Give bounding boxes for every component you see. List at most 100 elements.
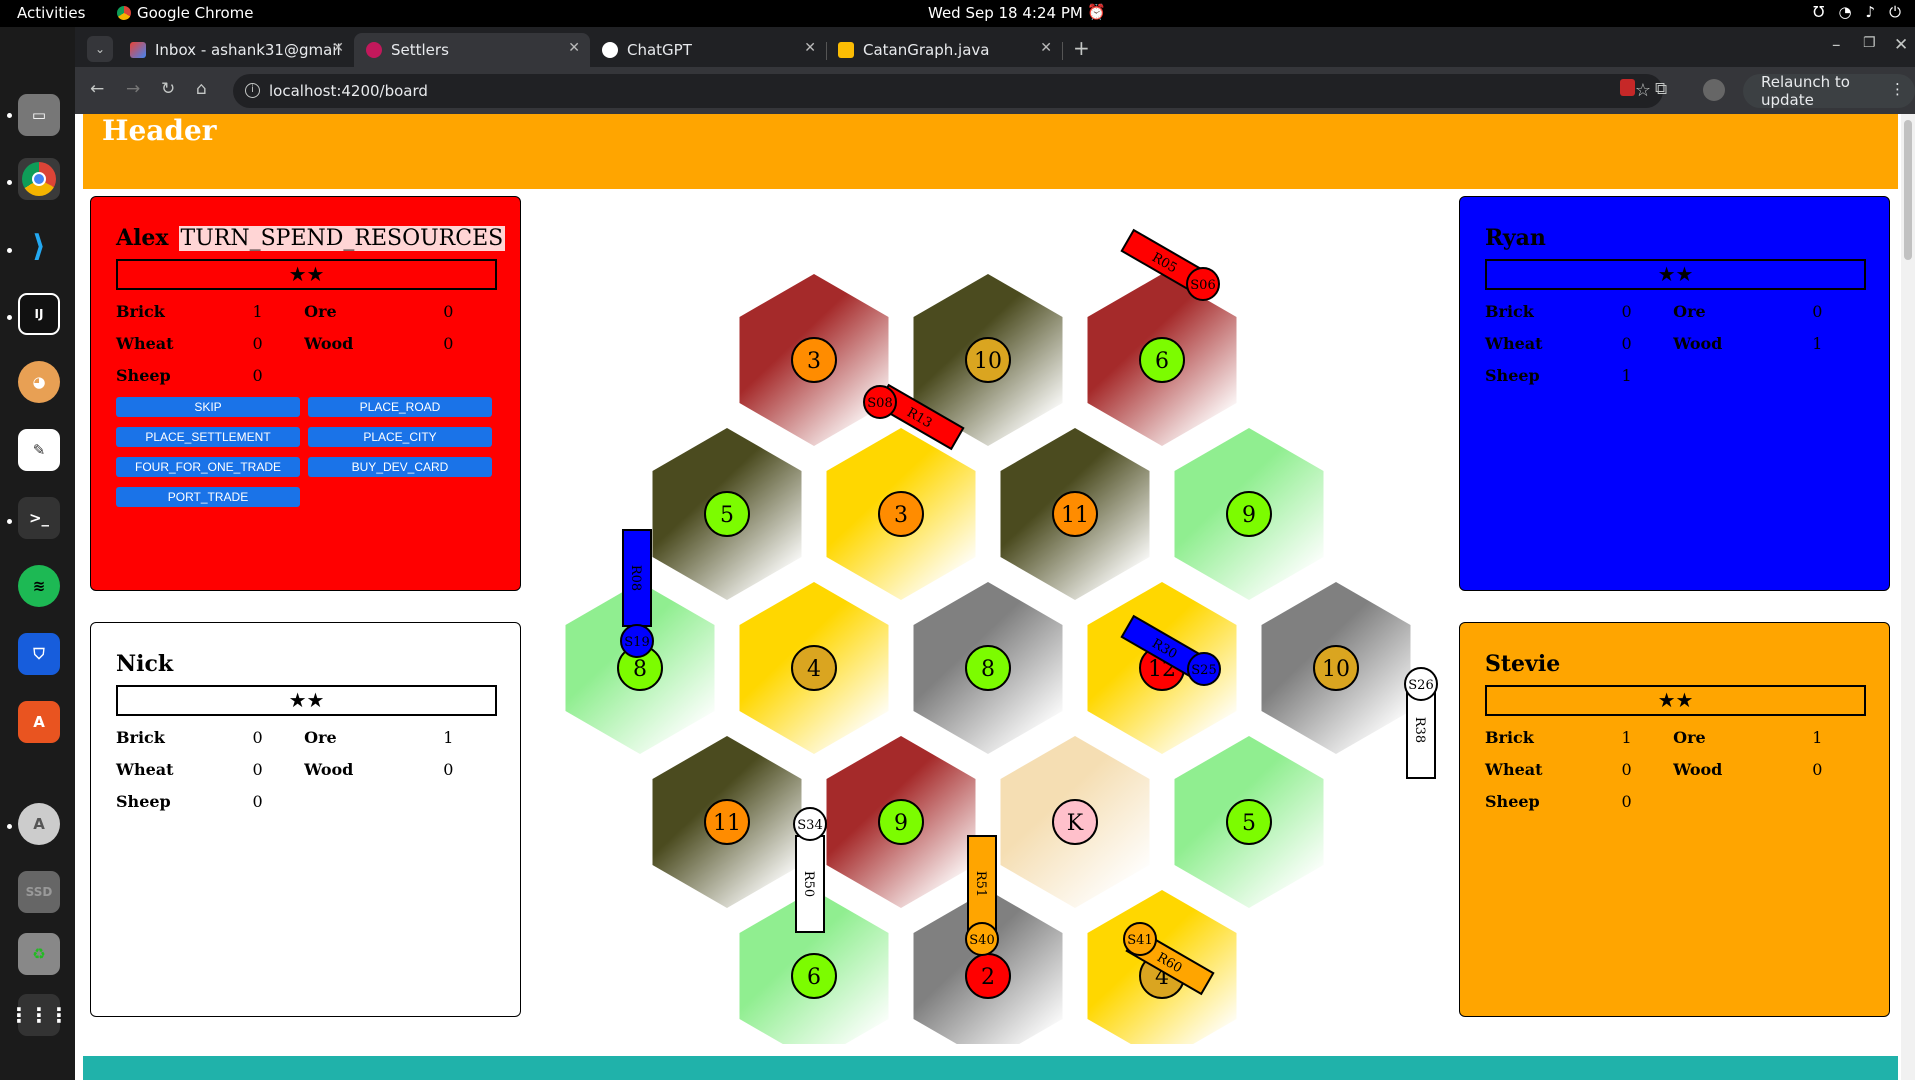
number-token-label: 2	[981, 965, 995, 990]
victory-points: ★★	[116, 259, 497, 290]
hex-tile-brick[interactable]: 9	[826, 736, 976, 908]
resource-label-wheat: Wheat	[1485, 759, 1543, 779]
hex-tile-wheat[interactable]: 4	[739, 582, 889, 754]
settlement-S25[interactable]: S25	[1187, 652, 1221, 686]
skip-button[interactable]: SKIP	[116, 397, 300, 417]
back-icon[interactable]: ←	[90, 79, 104, 99]
player-name: Alex	[116, 225, 169, 251]
player-panel-alex: Alex TURN_SPEND_RESOURCES ★★ Brick 1 Ore…	[90, 196, 521, 591]
settlement-S26[interactable]: S26	[1404, 667, 1438, 701]
tab-chatgpt[interactable]: ChatGPT ✕	[590, 33, 827, 67]
home-icon[interactable]: ⌂	[196, 79, 207, 99]
app-menu[interactable]: Google Chrome	[117, 4, 254, 22]
address-bar[interactable]: i localhost:4200/board ☆	[233, 74, 1663, 108]
relaunch-button[interactable]: Relaunch to update ⋮	[1743, 73, 1915, 109]
settlement-S41[interactable]: S41	[1123, 922, 1157, 956]
hex-tile-brick[interactable]: 3	[739, 274, 889, 446]
four-for-one-trade-button[interactable]: FOUR_FOR_ONE_TRADE	[116, 457, 300, 477]
system-tray[interactable]: Ʊ ◔ ♪ ⏻	[1813, 3, 1901, 21]
minimize-button[interactable]: –	[1832, 35, 1841, 55]
place-settlement-button[interactable]: PLACE_SETTLEMENT	[116, 427, 300, 447]
hex-tile-ore[interactable]: 10	[1261, 582, 1411, 754]
ssd-drive-icon[interactable]: SSD	[18, 871, 60, 913]
hex-tile-desert[interactable]: K	[1000, 736, 1150, 908]
close-tab-icon[interactable]: ✕	[804, 40, 816, 56]
terminal-icon[interactable]: >_	[18, 497, 60, 539]
url-text: localhost:4200/board	[269, 82, 428, 100]
chrome-small-icon	[117, 6, 131, 20]
road-R08[interactable]: R08	[622, 529, 652, 627]
hex-tile-forest[interactable]: 5	[652, 428, 802, 600]
tab-gmail[interactable]: Inbox - ashank31@gmail ✕	[118, 33, 355, 67]
u-tray-icon[interactable]: Ʊ	[1813, 3, 1824, 21]
tab-search-button[interactable]: ⌄	[87, 36, 113, 62]
wifi-icon[interactable]: ◔	[1838, 3, 1851, 21]
port-trade-button[interactable]: PORT_TRADE	[116, 487, 300, 507]
inkscape-icon[interactable]: ✎	[18, 429, 60, 471]
close-tab-icon[interactable]: ✕	[332, 40, 344, 56]
road-R51[interactable]: R51	[967, 835, 997, 933]
page-scrollbar[interactable]	[1901, 114, 1915, 1080]
place-road-button[interactable]: PLACE_ROAD	[308, 397, 492, 417]
app-center-icon[interactable]: A	[18, 701, 60, 743]
software-updater-icon[interactable]: A	[18, 803, 60, 845]
resource-label-ore: Ore	[304, 727, 337, 747]
more-menu-icon[interactable]: ⋮	[1890, 80, 1905, 98]
bookmark-star-icon[interactable]: ☆	[1635, 80, 1651, 101]
close-tab-icon[interactable]: ✕	[1040, 40, 1052, 56]
number-token-label: 8	[633, 657, 647, 682]
hex-tile-sheep[interactable]: 9	[1174, 428, 1324, 600]
settlement-S08[interactable]: S08	[863, 385, 897, 419]
spotify-icon[interactable]: ≋	[18, 565, 60, 607]
trash-icon[interactable]: ♻	[18, 933, 60, 975]
resource-label-sheep: Sheep	[116, 365, 171, 385]
place-city-button[interactable]: PLACE_CITY	[308, 427, 492, 447]
show-apps-icon[interactable]: ⋮⋮⋮	[9, 994, 69, 1036]
buy-dev-card-button[interactable]: BUY_DEV_CARD	[308, 457, 492, 477]
files-icon[interactable]: ▭	[18, 94, 60, 136]
clock[interactable]: Wed Sep 18 4:24 PM	[928, 4, 1083, 22]
player-panel-stevie: Stevie ★★ Brick 1 Ore 1 Wheat 0 Wood 0 S…	[1459, 622, 1890, 1017]
intellij-icon[interactable]: IJ	[18, 293, 60, 335]
tab-catangraph[interactable]: CatanGraph.java ✕	[826, 33, 1063, 67]
volume-icon[interactable]: ♪	[1866, 3, 1876, 21]
reload-icon[interactable]: ↻	[161, 79, 175, 99]
tab-label: ChatGPT	[627, 41, 692, 59]
power-icon[interactable]: ⏻	[1889, 3, 1901, 21]
resource-table: Brick 0 Ore 0 Wheat 0 Wood 1 Sheep 1	[1485, 295, 1864, 391]
close-tab-icon[interactable]: ✕	[568, 40, 580, 56]
ublock-extension-icon[interactable]	[1620, 79, 1635, 96]
hex-tile-forest[interactable]: 11	[652, 736, 802, 908]
settlement-S19[interactable]: S19	[620, 624, 654, 658]
number-token-label: 9	[894, 811, 908, 836]
resource-label-sheep: Sheep	[1485, 791, 1540, 811]
settlement-label: S08	[867, 396, 892, 411]
number-token-label: 10	[974, 349, 1002, 374]
hex-tile-brick[interactable]: 6	[1087, 274, 1237, 446]
activities-button[interactable]: Activities	[17, 4, 85, 22]
hex-tile-sheep[interactable]: 5	[1174, 736, 1324, 908]
resource-table: Brick 1 Ore 1 Wheat 0 Wood 0 Sheep 0	[1485, 721, 1864, 817]
new-tab-button[interactable]: +	[1073, 36, 1090, 60]
extensions-puzzle-icon[interactable]: ⧉	[1655, 79, 1667, 99]
settlement-S06[interactable]: S06	[1186, 267, 1220, 301]
tab-settlers[interactable]: Settlers ✕	[354, 33, 590, 67]
settlement-S40[interactable]: S40	[965, 922, 999, 956]
maximize-button[interactable]: ❐	[1863, 35, 1876, 51]
close-window-button[interactable]: ✕	[1894, 35, 1908, 55]
player-name: Ryan	[1485, 225, 1546, 251]
site-info-icon[interactable]: i	[245, 83, 260, 98]
road-R50[interactable]: R50	[795, 835, 825, 933]
profile-avatar[interactable]	[1703, 79, 1725, 101]
hex-tile-wheat[interactable]: 3	[826, 428, 976, 600]
forward-icon[interactable]: →	[126, 79, 140, 99]
hex-tile-forest[interactable]: 11	[1000, 428, 1150, 600]
dog-app-icon[interactable]: ◕	[18, 361, 60, 403]
vscode-icon[interactable]: ⟩	[18, 225, 60, 267]
bitwarden-icon[interactable]: ⛉	[18, 633, 60, 675]
hex-tile-ore[interactable]: 8	[913, 582, 1063, 754]
scrollbar-thumb[interactable]	[1904, 120, 1912, 260]
settlement-S34[interactable]: S34	[793, 807, 827, 841]
chrome-icon[interactable]	[18, 158, 60, 200]
settlers-icon	[366, 42, 382, 58]
